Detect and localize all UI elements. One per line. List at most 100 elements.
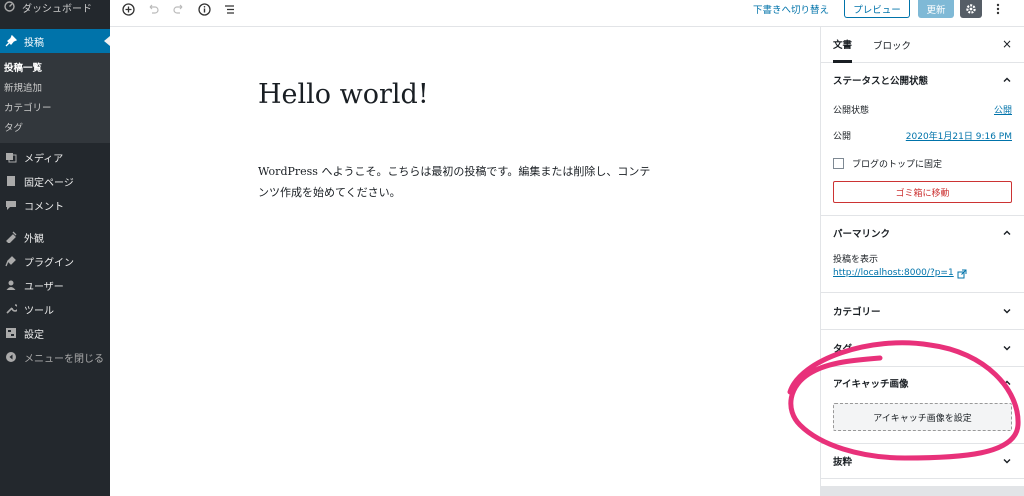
editor-canvas: Hello world! WordPress へようこそ。こちらは最初の投稿です… <box>110 27 820 496</box>
tags-toggle[interactable]: タグ <box>821 330 1024 366</box>
collapse-icon <box>4 350 18 364</box>
permalink-url-link[interactable]: http://localhost:8000/?p=1 <box>833 267 954 280</box>
section-heading: アイキャッチ画像 <box>833 379 909 390</box>
more-vertical-icon <box>996 3 1000 15</box>
sidebar-item-media[interactable]: メディア <box>0 145 110 169</box>
posts-submenu: 投稿一覧 新規追加 カテゴリー タグ <box>0 53 110 143</box>
post-title[interactable]: Hello world! <box>258 79 429 110</box>
submenu-add-new[interactable]: 新規追加 <box>0 77 110 97</box>
external-link-icon <box>957 269 967 278</box>
chevron-down-icon <box>1003 346 1011 351</box>
tab-block[interactable]: ブロック <box>873 27 911 63</box>
categories-section: カテゴリー <box>821 293 1024 330</box>
section-heading: ステータスと公開状態 <box>833 76 929 87</box>
sidebar-item-tools[interactable]: ツール <box>0 297 110 321</box>
paragraph-line: WordPress へようこそ。こちらは最初の投稿です。編集または削除し、コンテ <box>258 165 651 178</box>
sidebar-item-comments[interactable]: コメント <box>0 193 110 217</box>
sidebar-item-label: 設定 <box>24 329 44 341</box>
sidebar-item-label: メニューを閉じる <box>24 353 104 365</box>
sticky-row: ブログのトップに固定 <box>821 149 1024 177</box>
plugin-icon <box>4 254 18 268</box>
sidebar-item-pages[interactable]: 固定ページ <box>0 169 110 193</box>
panel-footer-strip <box>821 486 1024 496</box>
update-button[interactable]: 更新 <box>918 0 954 18</box>
section-heading: タグ <box>833 344 853 355</box>
editor-screen: ダッシュボード 投稿 投稿一覧 新規追加 カテゴリー タグ メディア 固定ページ… <box>0 0 1024 496</box>
redo-icon[interactable] <box>169 0 187 18</box>
sidebar-collapse-menu[interactable]: メニューを閉じる <box>0 345 110 369</box>
section-heading: パーマリンク <box>833 229 891 240</box>
featured-image-section: アイキャッチ画像 アイキャッチ画像を設定 <box>821 367 1024 444</box>
chevron-up-icon <box>1003 77 1011 82</box>
tags-section: タグ <box>821 330 1024 367</box>
featured-image-toggle[interactable]: アイキャッチ画像 <box>821 367 1024 399</box>
undo-icon[interactable] <box>144 0 162 18</box>
set-featured-image-button[interactable]: アイキャッチ画像を設定 <box>833 403 1012 431</box>
list-view-icon[interactable] <box>220 0 238 18</box>
settings-sidebar: 文書 ブロック × ステータスと公開状態 公開状態 公開 公開 2020年1月2… <box>820 27 1024 496</box>
media-icon <box>4 150 18 164</box>
section-heading: カテゴリー <box>833 307 881 318</box>
chevron-up-icon <box>1003 230 1011 235</box>
move-to-trash-button[interactable]: ゴミ箱に移動 <box>833 181 1012 203</box>
sidebar-item-dashboard[interactable]: ダッシュボード <box>0 0 110 15</box>
sidebar-item-label: 外観 <box>24 233 44 245</box>
permalink-body: 投稿を表示 http://localhost:8000/?p=1 <box>821 250 1024 292</box>
chevron-down-icon <box>1003 459 1011 464</box>
page-icon <box>4 174 18 188</box>
post-content-paragraph[interactable]: WordPress へようこそ。こちらは最初の投稿です。編集または削除し、コンテ… <box>258 161 668 203</box>
publish-label: 公開 <box>833 131 852 142</box>
settings-tabs: 文書 ブロック × <box>821 27 1024 63</box>
status-visibility-toggle[interactable]: ステータスと公開状態 <box>821 63 1024 97</box>
submenu-categories[interactable]: カテゴリー <box>0 97 110 117</box>
publish-row: 公開 2020年1月21日 9:16 PM <box>821 121 1024 149</box>
pin-icon <box>4 34 18 48</box>
visibility-row: 公開状態 公開 <box>821 97 1024 121</box>
chevron-up-icon <box>1003 380 1011 385</box>
user-icon <box>4 278 18 292</box>
sidebar-item-users[interactable]: ユーザー <box>0 273 110 297</box>
appearance-icon <box>4 230 18 244</box>
sidebar-item-settings[interactable]: 設定 <box>0 321 110 345</box>
comment-icon <box>4 198 18 212</box>
sidebar-item-label: 固定ページ <box>24 177 74 189</box>
tab-document[interactable]: 文書 <box>833 27 853 63</box>
add-block-icon[interactable] <box>119 0 137 18</box>
permalink-toggle[interactable]: パーマリンク <box>821 216 1024 250</box>
status-visibility-section: ステータスと公開状態 公開状態 公開 公開 2020年1月21日 9:16 PM… <box>821 63 1024 216</box>
visibility-label: 公開状態 <box>833 105 870 116</box>
visibility-link[interactable]: 公開 <box>994 103 1012 116</box>
sidebar-item-label: コメント <box>24 201 64 213</box>
categories-toggle[interactable]: カテゴリー <box>821 293 1024 329</box>
switch-to-draft-link[interactable]: 下書きへ切り替え <box>753 2 829 16</box>
publish-date-link[interactable]: 2020年1月21日 9:16 PM <box>906 129 1012 142</box>
editor-toolbar: 下書きへ切り替え プレビュー 更新 <box>110 0 1024 27</box>
permalink-section: パーマリンク 投稿を表示 http://localhost:8000/?p=1 <box>821 216 1024 293</box>
sidebar-item-label: ツール <box>24 305 54 317</box>
more-options-button[interactable] <box>992 0 1004 18</box>
tool-icon <box>4 302 18 316</box>
preview-button[interactable]: プレビュー <box>844 0 910 18</box>
submenu-tags[interactable]: タグ <box>0 117 110 137</box>
sidebar-item-plugins[interactable]: プラグイン <box>0 249 110 273</box>
info-icon[interactable] <box>195 0 213 18</box>
sticky-label: ブログのトップに固定 <box>852 159 943 170</box>
gear-icon <box>966 4 976 14</box>
view-post-label: 投稿を表示 <box>833 255 879 265</box>
settings-gear-button[interactable] <box>960 0 982 18</box>
settings-icon <box>4 326 18 340</box>
sidebar-item-label: ユーザー <box>24 281 64 293</box>
admin-sidebar: ダッシュボード 投稿 投稿一覧 新規追加 カテゴリー タグ メディア 固定ページ… <box>0 0 110 496</box>
submenu-all-posts[interactable]: 投稿一覧 <box>0 57 110 77</box>
excerpt-toggle[interactable]: 抜粋 <box>821 444 1024 478</box>
section-heading: 抜粋 <box>833 457 853 468</box>
paragraph-line: ンツ作成を始めてください。 <box>258 186 401 199</box>
sticky-checkbox[interactable] <box>833 157 844 169</box>
sidebar-item-label: プラグイン <box>24 257 74 269</box>
sidebar-item-label: ダッシュボード <box>22 3 92 15</box>
sidebar-item-appearance[interactable]: 外観 <box>0 225 110 249</box>
dashboard-icon <box>4 1 16 13</box>
close-icon[interactable]: × <box>1002 37 1012 51</box>
excerpt-section: 抜粋 <box>821 444 1024 479</box>
sidebar-item-posts[interactable]: 投稿 <box>0 29 110 53</box>
